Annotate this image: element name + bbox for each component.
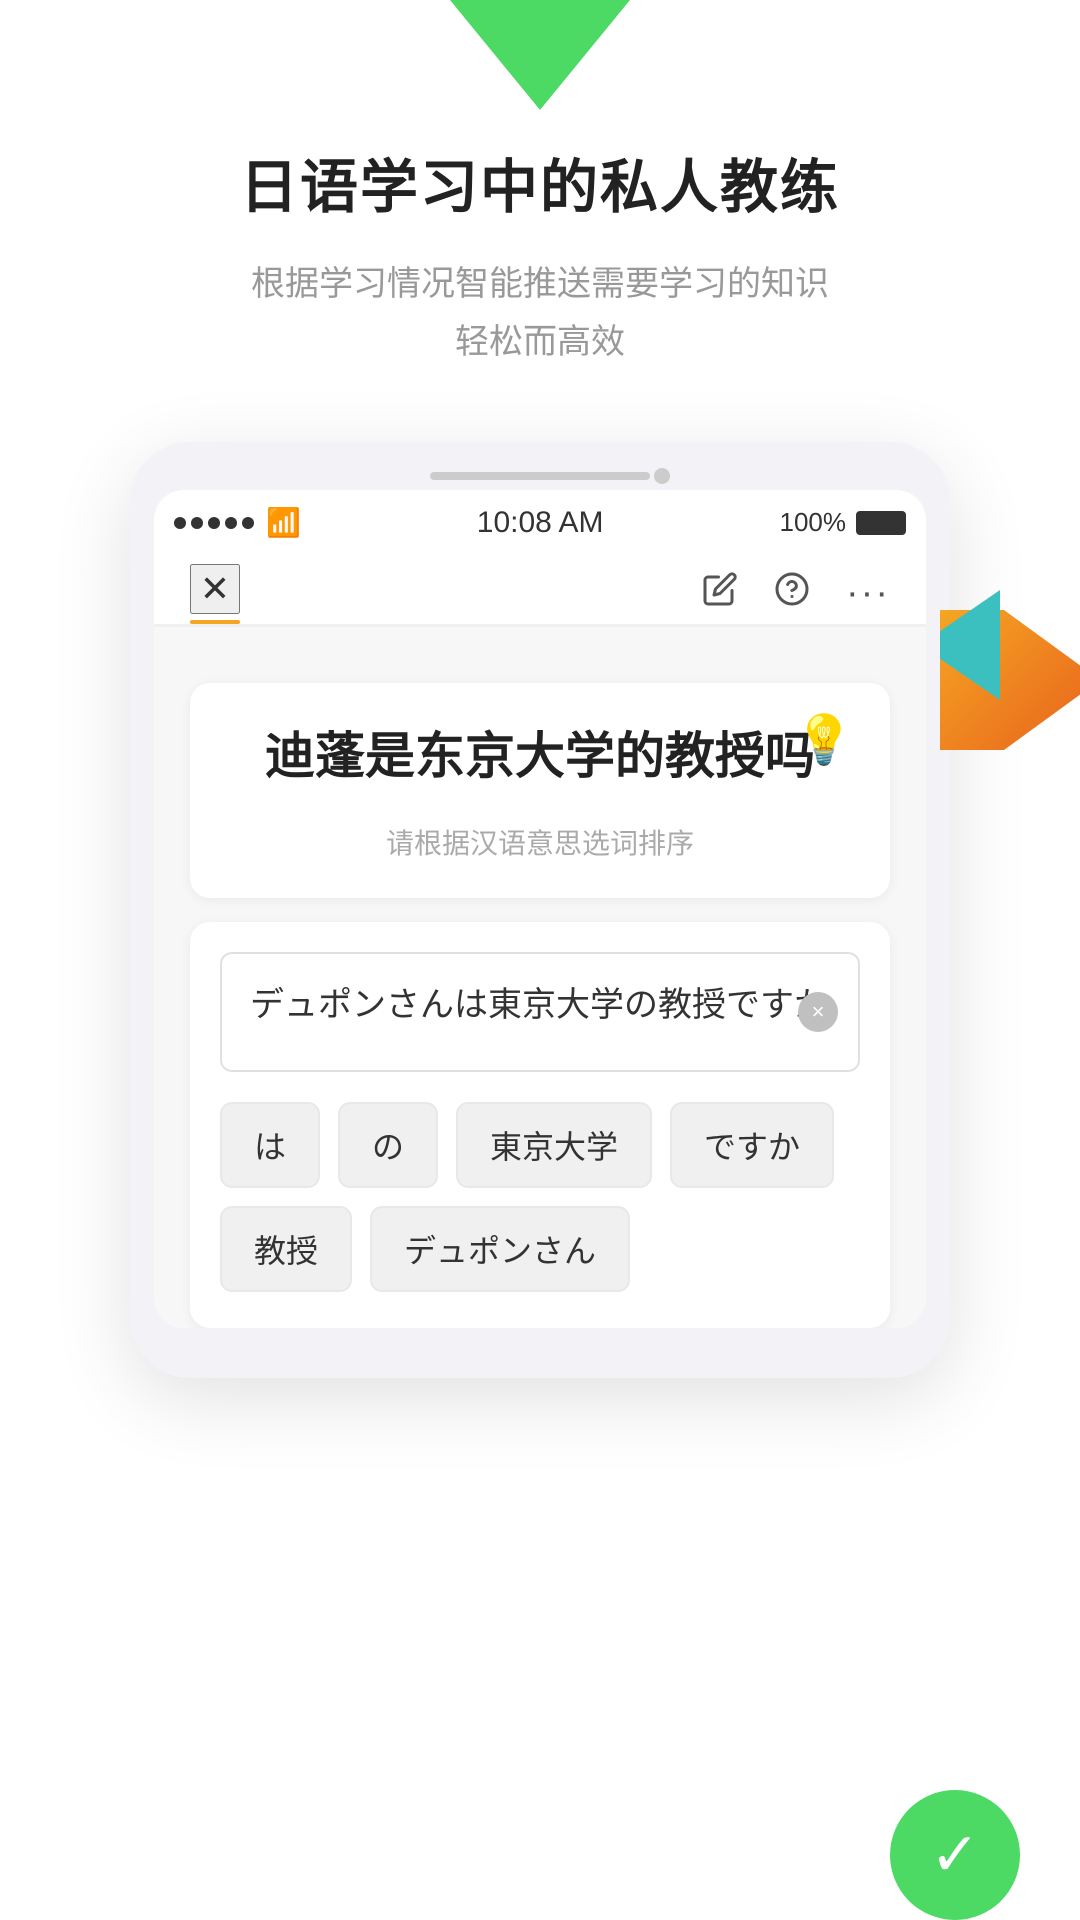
status-left: 📶 [174,506,301,539]
sub-title: 根据学习情况智能推送需要学习的知识 轻松而高效 [251,256,829,372]
word-chip-kyouju[interactable]: 教授 [220,1206,352,1292]
wifi-icon: 📶 [266,506,301,539]
scroll-indicator [430,472,650,480]
right-decoration [940,580,1080,760]
word-chip-desuka[interactable]: ですか [670,1102,834,1188]
lesson-question: 迪蓬是东京大学的教授吗 [230,719,850,794]
checkmark-icon: ✓ [930,1825,980,1885]
word-chip-ha[interactable]: は [220,1102,320,1188]
close-button[interactable]: ✕ [190,564,240,614]
sub-title-line1: 根据学习情况智能推送需要学习的知识 [251,265,829,303]
clear-answer-button[interactable]: × [798,992,838,1032]
scroll-dot [654,468,670,484]
sub-title-line2: 轻松而高效 [455,323,625,361]
phone-top-bar [130,472,950,490]
app-navbar: ✕ [154,548,926,627]
signal-dots [174,517,254,529]
answer-card: デュポンさんは東京大学の教授ですか × は の [190,922,890,1328]
battery-icon [856,511,906,535]
lesson-card: 💡 迪蓬是东京大学的教授吗 请根据汉语意思选词排序 [190,683,890,898]
battery-percent: 100% [779,507,846,538]
edit-icon[interactable] [702,571,738,616]
page-content: 日语学习中的私人教练 根据学习情况智能推送需要学习的知识 轻松而高效 [0,0,1080,1378]
teal-arrow [940,590,1000,700]
more-icon[interactable]: ··· [846,572,890,615]
answer-text: デュポンさんは東京大学の教授ですか [250,986,828,1024]
main-title: 日语学习中的私人教练 [240,140,840,224]
nav-left: ✕ [190,564,240,624]
word-chips-container: は の 東京大学 ですか 教授 [220,1102,860,1292]
nav-underline [190,620,240,624]
phone-mockup: 📶 10:08 AM 100% ✕ [130,442,950,1378]
top-triangle-decoration [450,0,630,110]
word-chip-dupon[interactable]: デュポンさん [370,1206,630,1292]
status-bar: 📶 10:08 AM 100% [154,490,926,548]
clear-icon: × [812,994,825,1029]
word-chip-no[interactable]: の [338,1102,438,1188]
word-chip-tokyo[interactable]: 東京大学 [456,1102,652,1188]
status-right: 100% [779,507,906,538]
confirm-button[interactable]: ✓ [890,1790,1020,1920]
help-icon[interactable] [774,571,810,616]
nav-right: ··· [702,571,890,616]
answer-input-box[interactable]: デュポンさんは東京大学の教授ですか × [220,952,860,1072]
lesson-instruction: 请根据汉语意思选词排序 [230,822,850,862]
hint-icon: 💡 [794,711,854,768]
status-time: 10:08 AM [477,506,604,540]
